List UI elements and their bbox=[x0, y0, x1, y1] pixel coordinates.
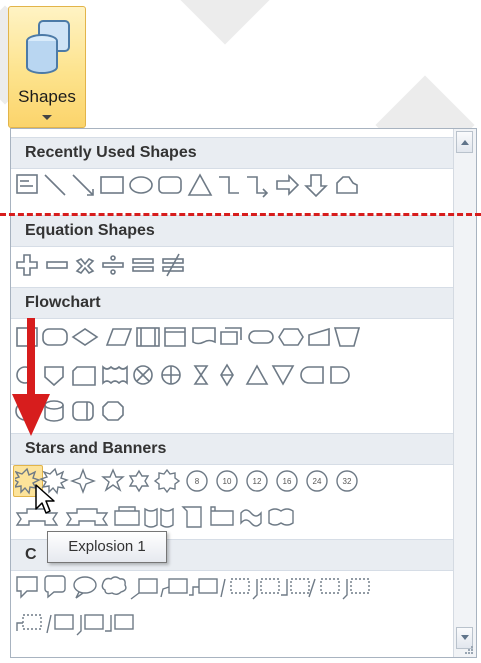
shapes-gallery[interactable]: Recently Used Shapes Equation Shapes Flo… bbox=[10, 128, 477, 658]
dashed-cut-line bbox=[0, 213, 481, 216]
section-title-stars-and-banners: Stars and Banners bbox=[11, 433, 454, 465]
scroll-up-button[interactable] bbox=[456, 131, 473, 153]
shape-row-callouts-1 bbox=[15, 573, 455, 601]
section-title-equation-shapes: Equation Shapes bbox=[11, 215, 454, 247]
callout-shapes-icons-row-2[interactable] bbox=[15, 609, 215, 637]
cylinder-shapes-icon bbox=[26, 20, 70, 74]
scroll-down-icon bbox=[461, 635, 469, 640]
star-24-label: 24 bbox=[313, 477, 322, 486]
shape-row-flowchart-1 bbox=[15, 323, 455, 351]
shape-row-recent bbox=[15, 171, 455, 199]
mouse-pointer-icon bbox=[35, 484, 55, 514]
equation-shapes-icons[interactable] bbox=[15, 251, 455, 279]
star-32-label: 32 bbox=[343, 477, 352, 486]
gallery-scrollbar[interactable] bbox=[453, 129, 476, 657]
shape-row-stars: 8 10 12 16 24 32 bbox=[13, 465, 455, 497]
flowchart-shapes-icons-row-2[interactable] bbox=[15, 361, 455, 389]
section-title-recently-used: Recently Used Shapes bbox=[11, 137, 454, 169]
star-16-label: 16 bbox=[283, 477, 292, 486]
shapes-label: Shapes bbox=[18, 87, 76, 106]
star-8-label: 8 bbox=[195, 477, 200, 486]
shape-row-flowchart-2 bbox=[15, 361, 455, 389]
dropdown-arrow-icon[interactable] bbox=[42, 115, 52, 120]
section-title-flowchart: Flowchart bbox=[11, 287, 454, 319]
shape-row-callouts-2 bbox=[15, 609, 215, 637]
red-arrow-icon bbox=[12, 318, 50, 436]
callout-shapes-icons-row-1[interactable] bbox=[15, 573, 455, 601]
watermark-shape bbox=[175, 0, 275, 45]
star-12-label: 12 bbox=[253, 477, 262, 486]
shape-row-equation bbox=[15, 251, 455, 279]
scroll-up-icon bbox=[461, 140, 469, 145]
banner-shapes-icons[interactable] bbox=[15, 503, 455, 531]
star-10-label: 10 bbox=[223, 477, 232, 486]
star-shapes-icons[interactable]: 8 10 12 16 24 32 bbox=[15, 467, 455, 495]
flowchart-shapes-icons-row-1[interactable] bbox=[15, 323, 455, 351]
recent-shapes-icons[interactable] bbox=[15, 171, 455, 199]
shapes-button[interactable]: Shapes bbox=[8, 6, 86, 128]
tooltip-explosion-1: Explosion 1 bbox=[47, 531, 167, 563]
resize-grip-icon[interactable] bbox=[464, 645, 474, 655]
shape-row-banners bbox=[15, 503, 455, 531]
